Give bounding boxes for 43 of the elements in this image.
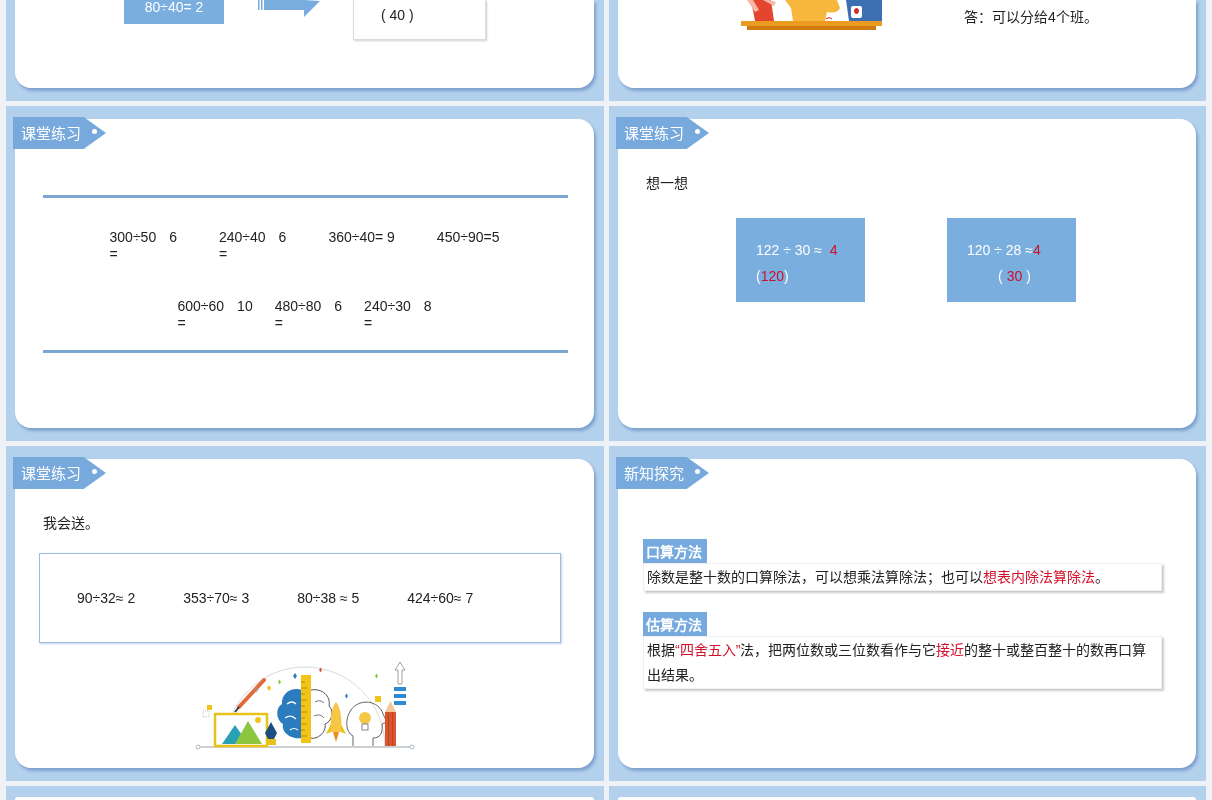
equals-sign: =	[177, 315, 186, 332]
answer-box: ( 40 )	[353, 0, 486, 40]
dot-icon	[695, 469, 700, 474]
dot-icon	[695, 129, 700, 134]
answer-text: 6	[169, 229, 177, 246]
banner-title: 课堂练习	[624, 124, 684, 143]
dot-icon	[92, 129, 97, 134]
banner-title: 课堂练习	[21, 464, 81, 483]
right-arrow-icon	[258, 0, 320, 17]
equation-text: 240÷40	[218, 229, 266, 246]
answer-text: 6	[278, 229, 287, 246]
equation-text: 353÷70≈ 3	[183, 589, 250, 607]
equals-sign: =	[364, 315, 373, 332]
equation-text: 240÷30	[364, 298, 411, 315]
dot-icon	[92, 469, 97, 474]
method-label: 估算方法	[643, 612, 707, 636]
answer-text: 6	[334, 298, 343, 315]
equation-text: 424÷60≈ 7	[407, 589, 474, 607]
answer-text: 答：可以分给4个班。	[964, 9, 1098, 25]
equation-box: 80÷40= 2	[124, 0, 224, 24]
prompt-text: 我会送。	[43, 515, 99, 531]
prompt-text: 想一想	[646, 175, 688, 191]
method-label: 口算方法	[643, 539, 707, 563]
answer-text: 8	[423, 298, 432, 315]
banner-title: 课堂练习	[21, 124, 81, 143]
equation-text: 360÷40= 9	[328, 229, 395, 246]
banner-title: 新知探究	[624, 464, 684, 483]
explanation-box: 根据“四舍五入”法，把两位数或三位数看作与它接近的整十或整百整十的数再口算出结果。	[643, 636, 1162, 689]
estimate-line: ( 30 )	[997, 267, 1031, 286]
explanation-box: 除数是整十数的口算除法，可以想乘法算除法；也可以想表内除法算除法。	[643, 563, 1162, 591]
equals-sign: =	[218, 246, 228, 263]
equation-text: 90÷32≈ 2	[77, 589, 136, 607]
equation-text: 80÷38 ≈ 5	[297, 589, 360, 607]
equation-text: 300÷50	[109, 229, 157, 246]
estimate-line: (120)	[756, 267, 789, 286]
estimate-line: 120 ÷ 28 ≈4	[967, 241, 1041, 260]
equals-sign: =	[274, 315, 283, 332]
equation-text: 480÷80	[274, 298, 322, 315]
equation-text: 450÷90=5	[436, 229, 500, 246]
answer-text: 10	[237, 298, 253, 315]
equation-text: 600÷60	[177, 298, 225, 315]
equals-sign: =	[109, 246, 118, 263]
estimate-line: 122 ÷ 30 ≈ 4	[756, 241, 838, 260]
